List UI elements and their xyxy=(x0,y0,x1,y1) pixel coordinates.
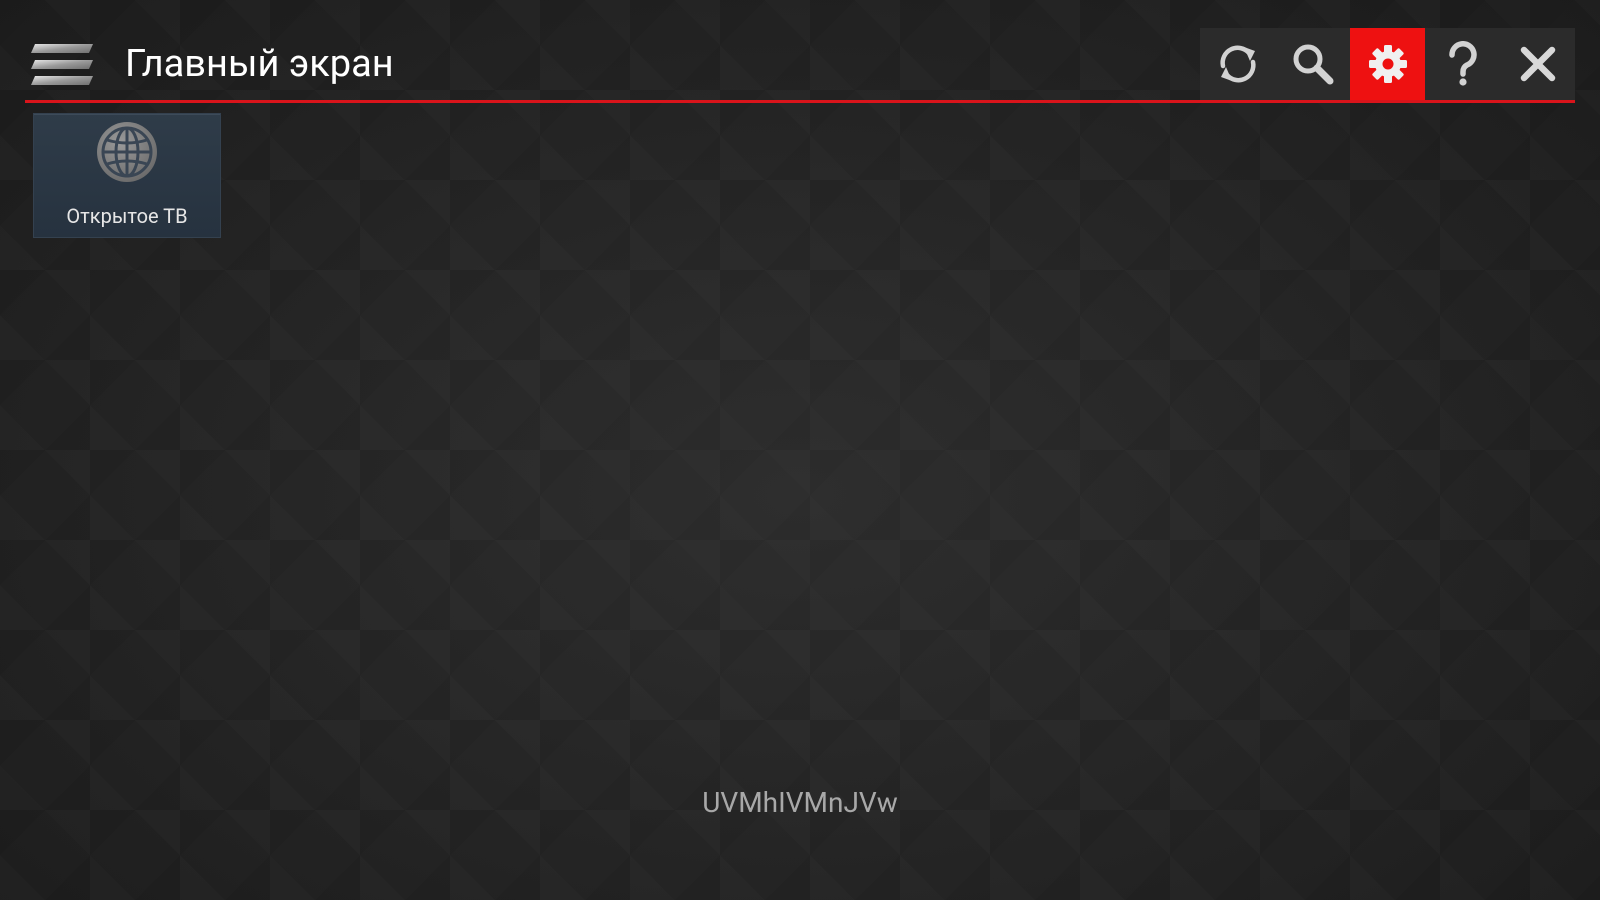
search-button[interactable] xyxy=(1275,28,1350,100)
close-button[interactable] xyxy=(1500,28,1575,100)
menu-icon xyxy=(31,44,93,85)
tile-label: Открытое ТВ xyxy=(66,204,188,228)
close-icon xyxy=(1520,46,1555,82)
device-code: UVMhIVMnJVw xyxy=(702,786,898,819)
help-button[interactable] xyxy=(1425,28,1500,100)
page-title: Главный экран xyxy=(125,42,394,86)
background-pattern xyxy=(0,0,1600,900)
help-icon xyxy=(1448,41,1477,86)
header-bar: Главный экран xyxy=(25,28,1575,103)
refresh-icon xyxy=(1219,45,1256,83)
toolbar xyxy=(1200,28,1575,100)
channel-tile-open-tv[interactable]: Открытое ТВ xyxy=(33,113,221,238)
settings-button[interactable] xyxy=(1350,28,1425,100)
settings-gear-icon xyxy=(1368,45,1407,83)
menu-button[interactable] xyxy=(31,42,95,88)
search-icon xyxy=(1293,44,1333,85)
refresh-button[interactable] xyxy=(1200,28,1275,100)
globe-icon xyxy=(97,122,157,182)
